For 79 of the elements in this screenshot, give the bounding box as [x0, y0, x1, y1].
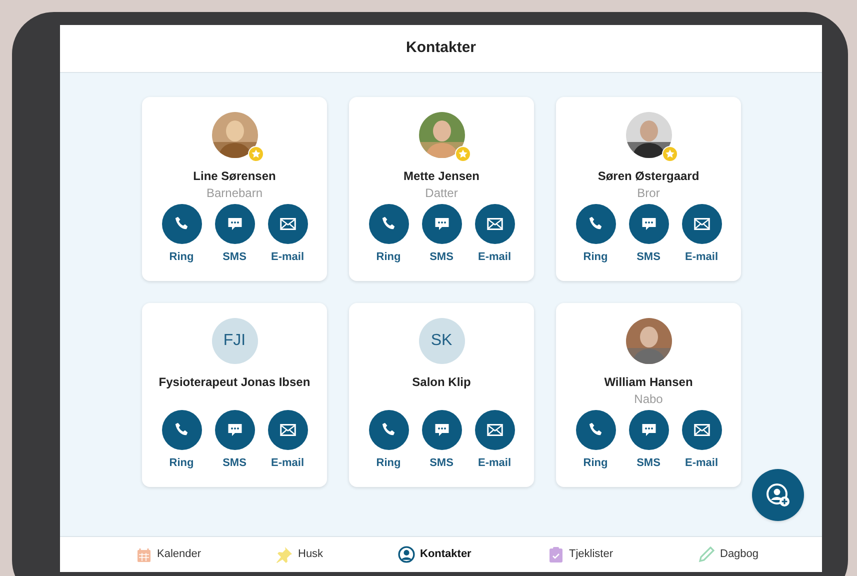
clipboard-icon: [548, 546, 564, 563]
action-label[interactable]: E-mail: [270, 455, 304, 472]
action-label[interactable]: E-mail: [684, 249, 718, 266]
envelope-icon: [486, 215, 504, 233]
message-button[interactable]: [422, 204, 462, 244]
email-button[interactable]: [268, 410, 308, 450]
chat-bubble-icon: [640, 421, 658, 439]
initials-avatar: FJI: [212, 318, 258, 364]
contact-name: William Hansen: [604, 374, 693, 391]
action-label[interactable]: SMS: [430, 455, 454, 472]
nav-tab[interactable]: Kontakter: [398, 546, 548, 563]
add-person-icon: [765, 482, 791, 508]
envelope-icon: [692, 421, 710, 439]
person-icon: [398, 546, 415, 563]
chat-bubble-icon: [226, 215, 244, 233]
email-button[interactable]: [474, 204, 514, 244]
contact-name: Line Sørensen: [193, 168, 276, 185]
contact-relation: Nabo: [634, 391, 663, 407]
call-button[interactable]: [576, 204, 616, 244]
action-label[interactable]: Ring: [169, 455, 194, 472]
call-button[interactable]: [162, 410, 202, 450]
call-button[interactable]: [368, 204, 408, 244]
action-label[interactable]: SMS: [222, 455, 246, 472]
contact-relation: Datter: [425, 185, 458, 201]
nav-tab[interactable]: Kalender: [136, 546, 275, 563]
message-button[interactable]: [628, 410, 668, 450]
chat-bubble-icon: [640, 215, 658, 233]
call-button[interactable]: [368, 410, 408, 450]
call-button[interactable]: [576, 410, 616, 450]
contact-card[interactable]: SK Salon Klip Ring SMS E-mail: [349, 303, 534, 487]
action-label[interactable]: SMS: [636, 249, 660, 266]
action-label[interactable]: E-mail: [270, 249, 304, 266]
envelope-icon: [278, 215, 296, 233]
nav-tab[interactable]: Tjeklister: [548, 546, 698, 563]
email-button[interactable]: [268, 204, 308, 244]
email-button[interactable]: [682, 410, 722, 450]
message-button[interactable]: [628, 204, 668, 244]
action-label[interactable]: SMS: [636, 455, 660, 472]
email-button[interactable]: [682, 204, 722, 244]
message-button[interactable]: [422, 410, 462, 450]
contact-name: Søren Østergaard: [598, 168, 700, 185]
chat-bubble-icon: [432, 421, 450, 439]
initials-avatar: SK: [418, 318, 464, 364]
action-label[interactable]: Ring: [376, 455, 401, 472]
action-label[interactable]: Ring: [169, 249, 194, 266]
chat-bubble-icon: [226, 421, 244, 439]
add-contact-button[interactable]: [752, 469, 804, 521]
action-label[interactable]: Ring: [583, 455, 608, 472]
contact-relation: Barnebarn: [206, 185, 263, 201]
envelope-icon: [486, 421, 504, 439]
pencil-icon: [698, 546, 715, 563]
email-button[interactable]: [474, 410, 514, 450]
contact-relation: Bror: [637, 185, 660, 201]
action-label[interactable]: E-mail: [478, 455, 511, 472]
contact-card[interactable]: Søren Østergaard Bror Ring SMS E-mail: [556, 97, 741, 281]
contact-card[interactable]: Line Sørensen Barnebarn Ring SMS E-mail: [142, 97, 327, 281]
contact-name: Mette Jensen: [403, 168, 480, 185]
contact-card[interactable]: William Hansen Nabo Ring SMS E-mail: [556, 303, 741, 487]
action-label[interactable]: SMS: [222, 249, 246, 266]
contact-name: Salon Klip: [412, 374, 471, 391]
action-label[interactable]: Ring: [583, 249, 608, 266]
contact-card[interactable]: Mette Jensen Datter Ring SMS E-mail: [349, 97, 534, 281]
calendar-icon: [136, 546, 152, 562]
action-label[interactable]: E-mail: [684, 455, 718, 472]
chat-bubble-icon: [432, 215, 450, 233]
nav-tab[interactable]: Dagbog: [698, 546, 798, 563]
nav-tab[interactable]: Husk: [275, 546, 398, 564]
message-button[interactable]: [214, 204, 254, 244]
action-label[interactable]: E-mail: [478, 249, 511, 266]
action-label[interactable]: Ring: [376, 249, 401, 266]
contact-name: Fysioterapeut Jonas Ibsen: [158, 374, 310, 391]
message-button[interactable]: [214, 410, 254, 450]
screen-title: Kontakter: [406, 38, 476, 58]
envelope-icon: [692, 215, 710, 233]
envelope-icon: [278, 421, 296, 439]
call-button[interactable]: [162, 204, 202, 244]
contact-card[interactable]: FJI Fysioterapeut Jonas Ibsen Ring SMS E-mail: [142, 303, 327, 487]
pushpin-icon: [275, 546, 293, 564]
action-label[interactable]: SMS: [430, 249, 454, 266]
